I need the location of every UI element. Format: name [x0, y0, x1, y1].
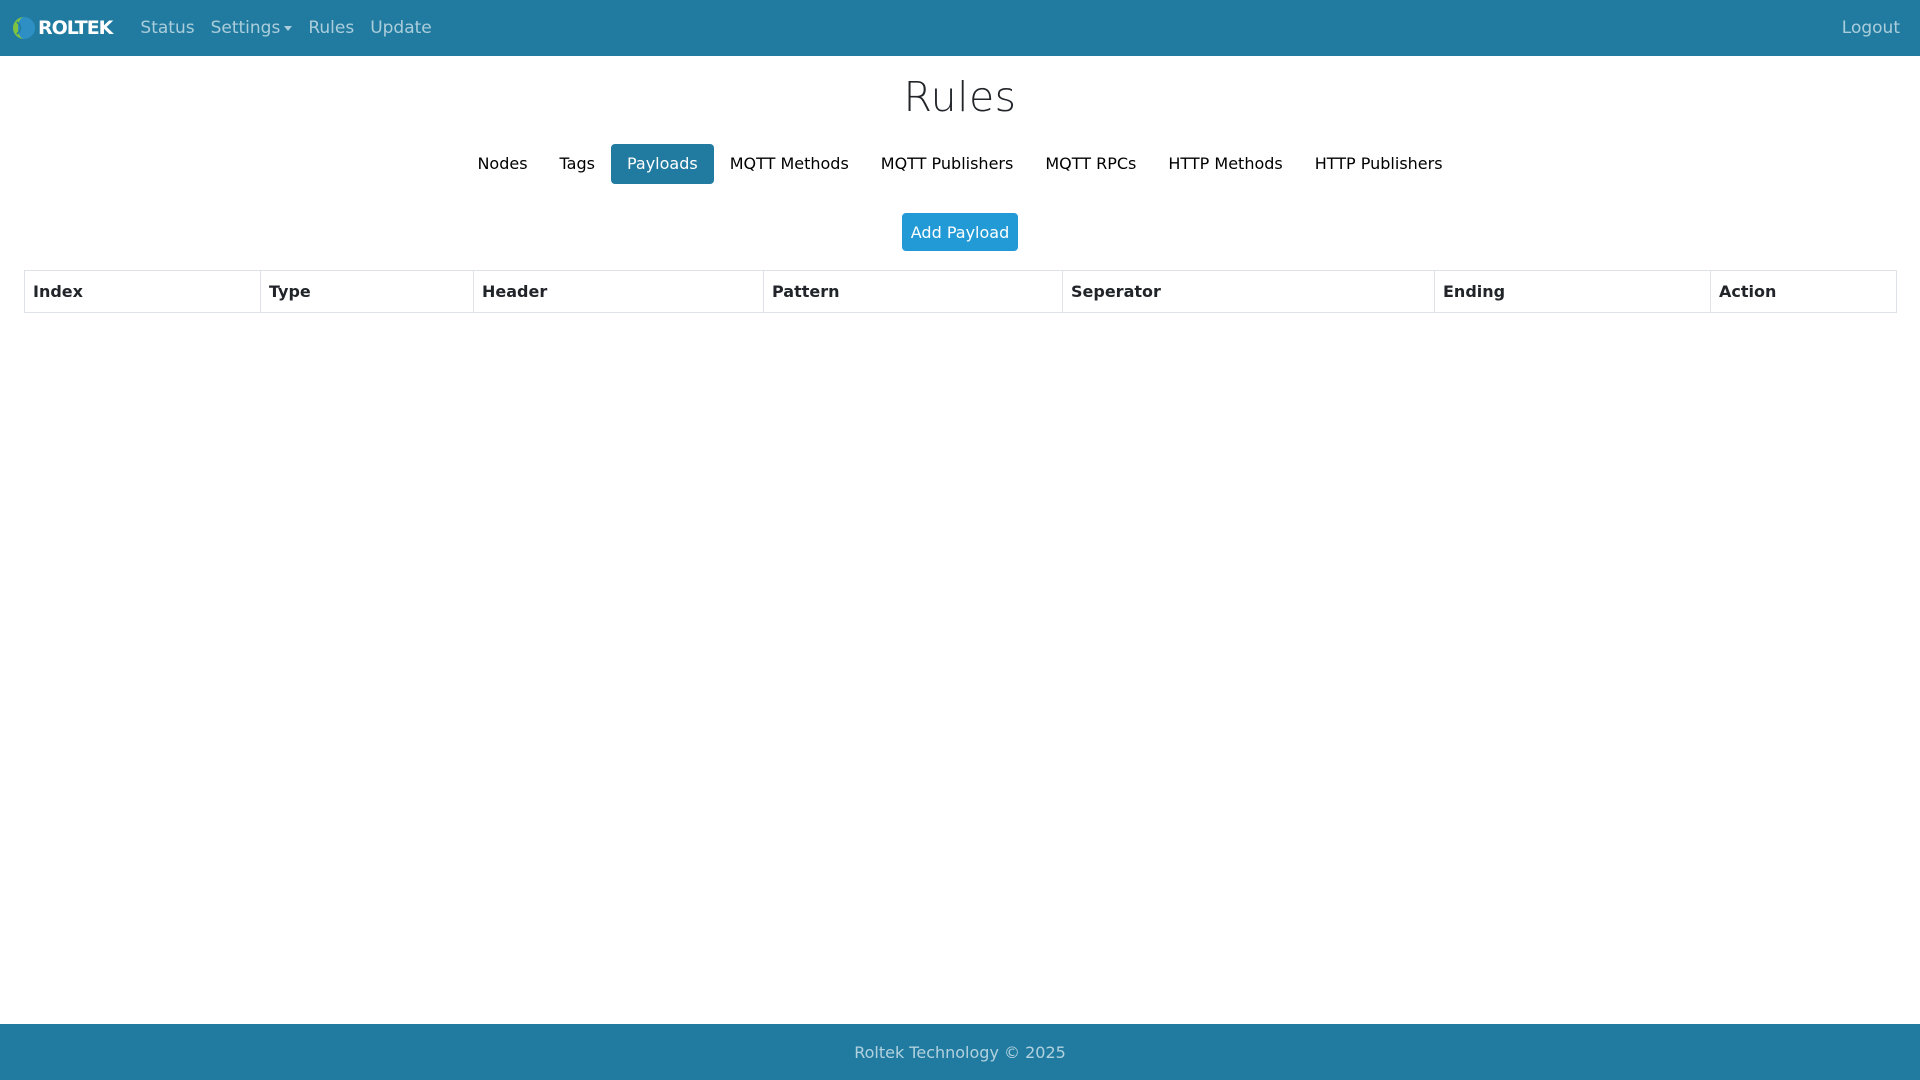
column-header-seperator[interactable]: Seperator	[1062, 270, 1435, 313]
tab-tags[interactable]: Tags	[544, 144, 611, 184]
column-header-ending[interactable]: Ending	[1434, 270, 1711, 313]
page-footer: Roltek Technology © 2025	[0, 1024, 1920, 1080]
tab-payloads[interactable]: Payloads	[610, 144, 714, 184]
tab-mqtt-publishers[interactable]: MQTT Publishers	[865, 144, 1030, 184]
footer-copyright: Roltek Technology © 2025	[854, 1042, 1066, 1062]
tab-mqtt-rpcs[interactable]: MQTT RPCs	[1029, 144, 1152, 184]
nav-settings-label: Settings	[210, 18, 281, 38]
nav-settings-dropdown[interactable]: Settings	[203, 0, 301, 56]
brand-logo[interactable]: ROLTEK	[12, 16, 113, 40]
rules-tabs: Nodes Tags Payloads MQTT Methods MQTT Pu…	[0, 144, 1920, 184]
roltek-logo-icon	[13, 17, 35, 39]
top-navbar: ROLTEK Status Settings Rules Update Logo…	[0, 0, 1920, 56]
main-nav: Status Settings Rules Update	[132, 0, 439, 56]
tab-http-methods[interactable]: HTTP Methods	[1152, 144, 1298, 184]
add-payload-button[interactable]: Add Payload	[902, 213, 1018, 251]
nav-status[interactable]: Status	[132, 0, 202, 56]
column-header-action[interactable]: Action	[1710, 270, 1897, 313]
column-header-type[interactable]: Type	[260, 270, 474, 313]
column-header-header[interactable]: Header	[473, 270, 764, 313]
chevron-down-icon	[284, 25, 293, 31]
tab-nodes[interactable]: Nodes	[461, 144, 543, 184]
brand-name: ROLTEK	[38, 17, 113, 39]
table-header-row: Index Type Header Pattern Seperator Endi…	[24, 270, 1897, 313]
tab-mqtt-methods[interactable]: MQTT Methods	[714, 144, 865, 184]
column-header-index[interactable]: Index	[24, 270, 261, 313]
nav-rules[interactable]: Rules	[300, 0, 362, 56]
tab-http-publishers[interactable]: HTTP Publishers	[1299, 144, 1459, 184]
logout-link[interactable]: Logout	[1842, 0, 1900, 56]
column-header-pattern[interactable]: Pattern	[763, 270, 1063, 313]
page-title: Rules	[903, 73, 1017, 121]
nav-update[interactable]: Update	[362, 0, 440, 56]
payloads-table: Index Type Header Pattern Seperator Endi…	[24, 270, 1897, 313]
